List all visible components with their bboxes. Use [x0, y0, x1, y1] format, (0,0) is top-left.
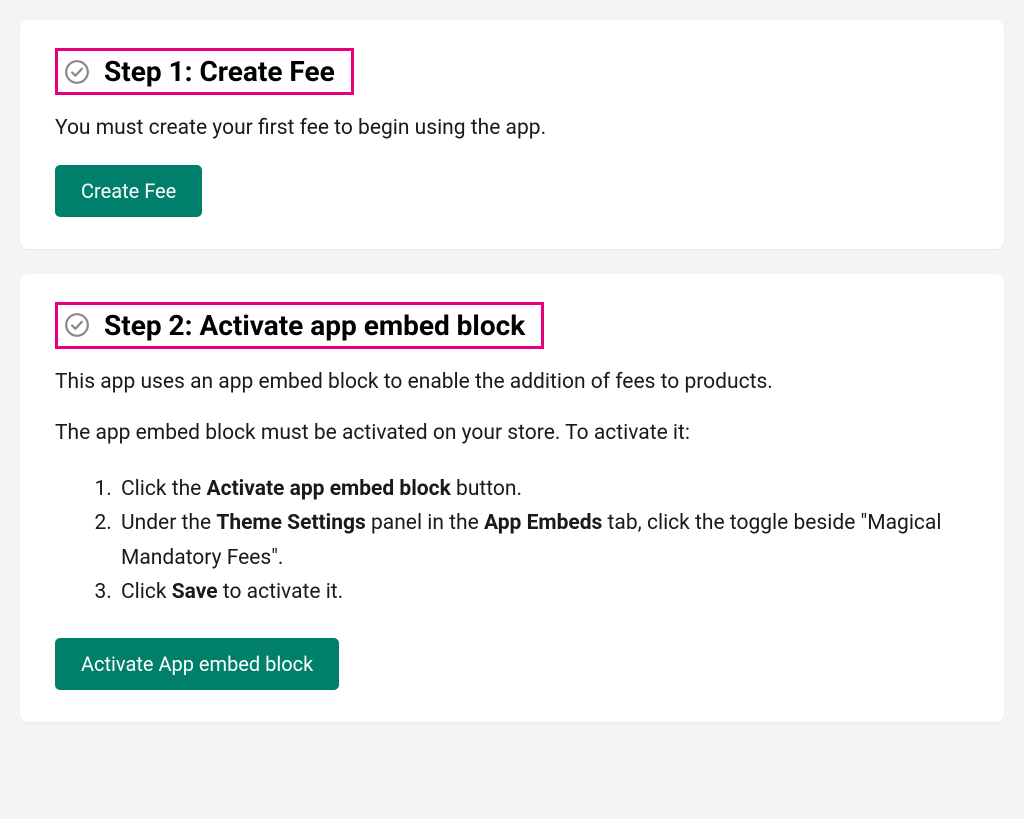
check-circle-icon [64, 59, 90, 85]
step-2-instructions-list: Click the Activate app embed block butto… [55, 472, 969, 611]
step-2-description-1: This app uses an app embed block to enab… [55, 367, 969, 399]
step-2-heading-highlight: Step 2: Activate app embed block [55, 302, 544, 349]
step-1-title: Step 1: Create Fee [104, 55, 335, 88]
instruction-item-1: Click the Activate app embed block butto… [117, 472, 969, 507]
step-1-heading-highlight: Step 1: Create Fee [55, 48, 354, 95]
activate-app-embed-button[interactable]: Activate App embed block [55, 638, 339, 690]
step-2-description-2: The app embed block must be activated on… [55, 418, 969, 450]
step-2-title: Step 2: Activate app embed block [104, 309, 525, 342]
instruction-item-3: Click Save to activate it. [117, 575, 969, 610]
step-1-description: You must create your first fee to begin … [55, 113, 969, 145]
step-1-card: Step 1: Create Fee You must create your … [20, 20, 1004, 249]
create-fee-button[interactable]: Create Fee [55, 165, 202, 217]
instruction-item-2: Under the Theme Settings panel in the Ap… [117, 506, 969, 575]
step-2-card: Step 2: Activate app embed block This ap… [20, 274, 1004, 723]
check-circle-icon [64, 312, 90, 338]
